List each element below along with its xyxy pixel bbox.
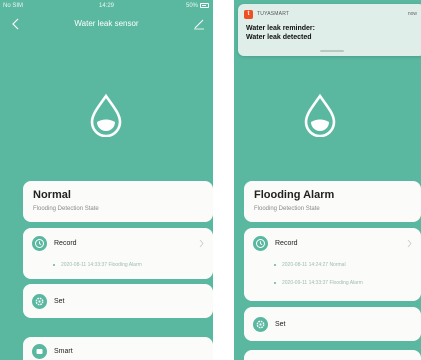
gear-icon xyxy=(32,294,47,309)
gear-icon xyxy=(253,317,268,332)
app-icon: t xyxy=(244,10,253,19)
battery-icon xyxy=(200,3,209,8)
clock-icon xyxy=(32,236,47,251)
status-bar: No SIM 14:29 50% xyxy=(0,0,213,12)
battery-status: 50% xyxy=(186,3,209,9)
record-card[interactable]: Record 2020-08-11 14:33:37 Flooding Alar… xyxy=(23,228,213,279)
set-card[interactable]: Set xyxy=(23,284,213,318)
chevron-right-icon[interactable] xyxy=(198,239,205,248)
state-title: Normal xyxy=(33,189,71,201)
chevron-right-icon[interactable] xyxy=(406,239,413,248)
set-label: Set xyxy=(275,321,286,328)
set-card[interactable]: Set xyxy=(244,307,421,341)
left-screen: No SIM 14:29 50% Water leak sensor Norma… xyxy=(0,0,213,360)
notification-title: Water leak reminder: xyxy=(246,25,315,32)
smart-card[interactable] xyxy=(244,350,421,360)
record-label: Record xyxy=(275,240,298,247)
smart-label: Smart xyxy=(54,348,73,355)
right-screen: t TUYASMART now Water leak reminder: Wat… xyxy=(234,0,421,360)
battery-percent: 50% xyxy=(185,3,198,10)
smart-card[interactable]: Smart xyxy=(23,337,213,360)
notification-time: now xyxy=(407,11,417,17)
state-subtitle: Flooding Detection State xyxy=(33,206,99,212)
state-subtitle: Flooding Detection State xyxy=(254,206,320,212)
nav-bar: Water leak sensor xyxy=(0,13,213,35)
clock-icon xyxy=(253,236,268,251)
smart-icon xyxy=(32,344,47,359)
edit-icon[interactable] xyxy=(193,18,205,30)
record-label: Record xyxy=(54,240,77,247)
droplet-icon xyxy=(304,93,336,137)
droplet-icon xyxy=(90,93,122,137)
record-entry: 2020-08-11 14:33:37 Flooding Alarm xyxy=(53,262,142,268)
notification-app-name: TUYASMART xyxy=(257,11,290,17)
page-title: Water leak sensor xyxy=(74,19,139,28)
notification-handle[interactable] xyxy=(319,50,344,52)
state-title: Flooding Alarm xyxy=(254,189,335,201)
record-card[interactable]: Record 2020-08-11 14:24:27 Normal 2020-0… xyxy=(244,228,421,301)
record-entry: 2020-09-11 14:33:37 Flooding Alarm xyxy=(274,280,363,286)
status-time: 14:29 xyxy=(98,3,114,9)
state-card: Flooding Alarm Flooding Detection State xyxy=(244,181,421,222)
record-entry: 2020-08-11 14:24:27 Normal xyxy=(274,262,346,268)
notification-body: Water leak detected xyxy=(246,34,312,41)
set-label: Set xyxy=(54,298,65,305)
state-card: Normal Flooding Detection State xyxy=(23,181,213,222)
push-notification[interactable]: t TUYASMART now Water leak reminder: Wat… xyxy=(238,4,421,56)
